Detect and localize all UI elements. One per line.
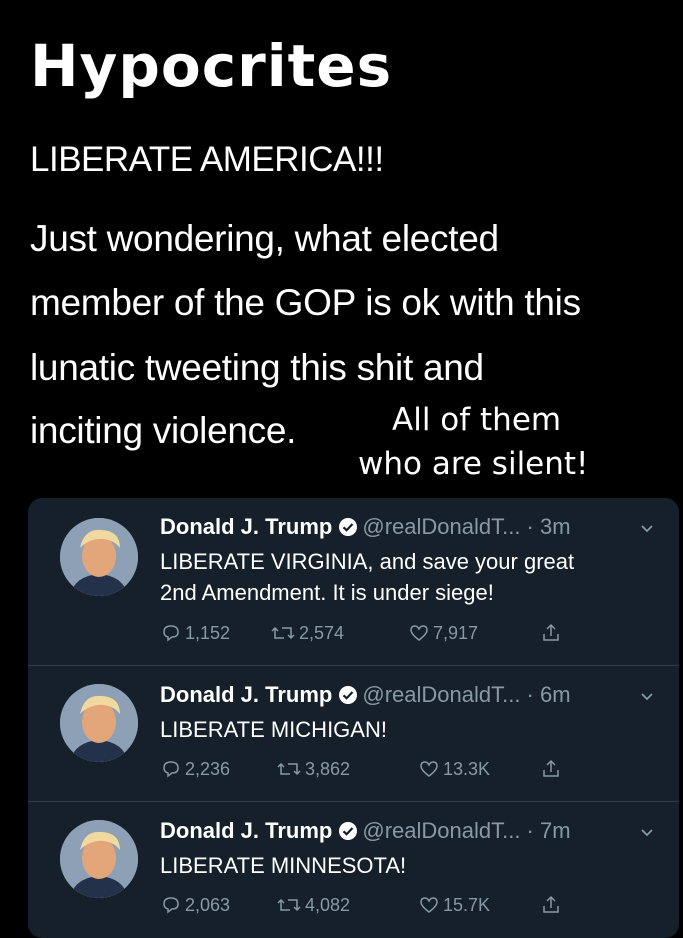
retweet-button[interactable]: 4,082 bbox=[276, 894, 350, 916]
verified-badge-icon bbox=[338, 685, 358, 711]
tweet-text-line: LIBERATE VIRGINIA, and save your great bbox=[160, 549, 575, 574]
reply-button[interactable]: 2,063 bbox=[160, 894, 230, 916]
post-headline: LIBERATE AMERICA!!! bbox=[30, 140, 384, 179]
like-button[interactable]: 15.7K bbox=[418, 894, 490, 916]
tweet-text: LIBERATE MINNESOTA! bbox=[160, 850, 660, 881]
reply-icon bbox=[163, 897, 179, 914]
tweet-text-line: LIBERATE MINNESOTA! bbox=[160, 853, 407, 878]
heart-icon bbox=[420, 897, 438, 913]
retweet-button[interactable]: 2,574 bbox=[270, 622, 344, 644]
share-button[interactable] bbox=[540, 758, 565, 780]
reply-button[interactable]: 2,236 bbox=[160, 758, 230, 780]
post-line: inciting violence. bbox=[30, 410, 297, 451]
like-count: 13.3K bbox=[443, 758, 491, 779]
tweet[interactable]: Donald J. Trump @realDonaldT... · 6m LIBE… bbox=[28, 666, 679, 801]
tweet-text-line: LIBERATE MICHIGAN! bbox=[160, 717, 387, 742]
chevron-down-icon[interactable] bbox=[639, 688, 655, 704]
retweet-count: 3,862 bbox=[305, 758, 351, 779]
tweet[interactable]: Donald J. Trump @realDonaldT... · 7m LIBE… bbox=[28, 802, 679, 938]
share-button[interactable] bbox=[540, 622, 565, 644]
avatar[interactable] bbox=[60, 820, 138, 898]
tweet-author-name[interactable]: Donald J. Trump bbox=[160, 818, 332, 843]
share-icon bbox=[543, 759, 559, 777]
tweet-handle-time[interactable]: @realDonaldT... · 6m bbox=[362, 682, 570, 707]
reply-button[interactable]: 1,152 bbox=[160, 622, 230, 644]
like-count: 15.7K bbox=[443, 894, 491, 915]
reply-count: 2,236 bbox=[185, 758, 231, 779]
tweet[interactable]: Donald J. Trump @realDonaldT... · 3m LIBE… bbox=[28, 498, 679, 665]
tweet-header: Donald J. Trump @realDonaldT... · 3m bbox=[160, 514, 571, 543]
share-button[interactable] bbox=[540, 894, 565, 916]
avatar[interactable] bbox=[60, 684, 138, 762]
reply-icon bbox=[163, 761, 179, 778]
heart-icon bbox=[420, 761, 438, 777]
chevron-down-icon[interactable] bbox=[639, 824, 655, 840]
post-line: lunatic tweeting this shit and bbox=[30, 347, 484, 388]
tweet-author-name[interactable]: Donald J. Trump bbox=[160, 514, 332, 539]
chevron-down-icon[interactable] bbox=[639, 520, 655, 536]
post-line: member of the GOP is ok with this bbox=[30, 282, 581, 323]
retweet-button[interactable]: 3,862 bbox=[276, 758, 350, 780]
tweet-card: Donald J. Trump @realDonaldT... · 3m LIBE… bbox=[28, 498, 679, 938]
tweet-header: Donald J. Trump @realDonaldT... · 7m bbox=[160, 818, 571, 847]
tweet-actions: 2,063 4,082 15.7K bbox=[160, 894, 580, 924]
tweet-text: LIBERATE VIRGINIA, and save your great 2… bbox=[160, 546, 660, 608]
like-button[interactable]: 13.3K bbox=[418, 758, 490, 780]
heart-icon bbox=[410, 625, 428, 641]
overlay-title: Hypocrites bbox=[30, 32, 393, 100]
overlay-note-line: All of them bbox=[392, 402, 562, 438]
tweet-header: Donald J. Trump @realDonaldT... · 6m bbox=[160, 682, 571, 711]
reply-count: 2,063 bbox=[185, 894, 231, 915]
like-count: 7,917 bbox=[433, 622, 479, 643]
retweet-icon bbox=[271, 626, 295, 640]
share-icon bbox=[543, 895, 559, 913]
retweet-count: 2,574 bbox=[299, 622, 345, 643]
reply-icon bbox=[163, 625, 179, 642]
share-icon bbox=[543, 623, 559, 641]
retweet-icon bbox=[277, 898, 301, 912]
retweet-icon bbox=[277, 762, 301, 776]
tweet-text-line: 2nd Amendment. It is under siege! bbox=[160, 580, 494, 605]
post-line: Just wondering, what elected bbox=[30, 218, 499, 259]
tweet-handle-time[interactable]: @realDonaldT... · 7m bbox=[362, 818, 570, 843]
reply-count: 1,152 bbox=[185, 622, 231, 643]
verified-badge-icon bbox=[338, 517, 358, 543]
overlay-note-line: who are silent! bbox=[358, 446, 589, 482]
tweet-text: LIBERATE MICHIGAN! bbox=[160, 714, 660, 745]
tweet-handle-time[interactable]: @realDonaldT... · 3m bbox=[362, 514, 570, 539]
tweet-actions: 1,152 2,574 7,917 bbox=[160, 622, 580, 652]
avatar[interactable] bbox=[60, 518, 138, 596]
tweet-author-name[interactable]: Donald J. Trump bbox=[160, 682, 332, 707]
verified-badge-icon bbox=[338, 821, 358, 847]
tweet-actions: 2,236 3,862 13.3K bbox=[160, 758, 580, 788]
retweet-count: 4,082 bbox=[305, 894, 351, 915]
like-button[interactable]: 7,917 bbox=[408, 622, 478, 644]
